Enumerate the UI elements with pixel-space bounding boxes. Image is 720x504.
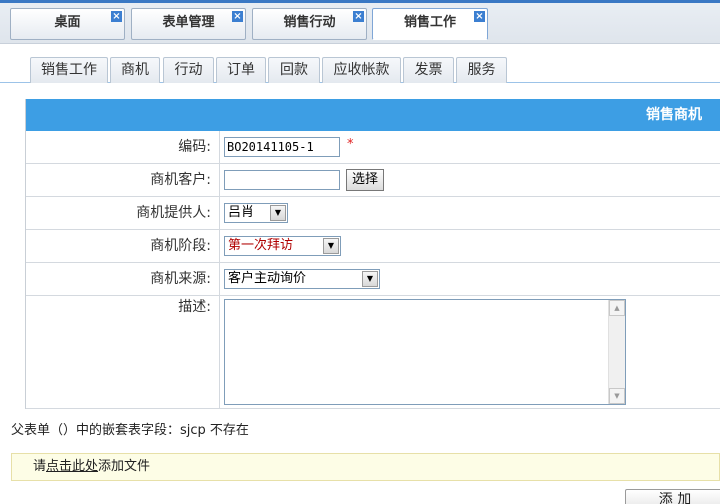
- title-edge: [0, 0, 720, 3]
- stage-row: 商机阶段: 第一次拜访 ▼: [26, 230, 720, 263]
- chevron-down-icon[interactable]: ▼: [270, 205, 286, 221]
- chevron-down-icon[interactable]: ▼: [323, 238, 339, 254]
- add-button[interactable]: 添 加: [625, 489, 720, 504]
- description-textarea[interactable]: ▲ ▼: [224, 299, 626, 405]
- window-tab-label: 桌面: [54, 15, 81, 30]
- stage-select[interactable]: 第一次拜访 ▼: [224, 236, 341, 256]
- window-tab-label: 销售行动: [283, 15, 336, 30]
- scrollbar[interactable]: ▲ ▼: [608, 300, 625, 404]
- window-tab-bar: 桌面 × 表单管理 × 销售行动 × 销售工作 ×: [0, 0, 720, 44]
- tab-receivables[interactable]: 应收帐款: [322, 57, 401, 83]
- customer-field[interactable]: [224, 170, 340, 190]
- tab-payment[interactable]: 回款: [268, 57, 320, 83]
- nested-field-note: 父表单（）中的嵌套表字段：sjcp 不存在: [11, 423, 249, 438]
- source-value: 客户主动询价: [228, 271, 307, 286]
- form-header: 销售商机: [26, 99, 720, 131]
- stage-label: 商机阶段:: [26, 230, 220, 262]
- provider-select[interactable]: 吕肖 ▼: [224, 203, 288, 223]
- window-tab-label: 表单管理: [162, 15, 215, 30]
- close-icon[interactable]: ×: [353, 11, 364, 22]
- attach-prefix: 请: [33, 459, 47, 474]
- provider-row: 商机提供人: 吕肖 ▼: [26, 197, 720, 230]
- close-icon[interactable]: ×: [232, 11, 243, 22]
- window-tab-label: 销售工作: [403, 15, 456, 30]
- module-tab-bar: 销售工作 商机 行动 订单 回款 应收帐款 发票 服务: [0, 55, 720, 83]
- window-tab-desktop[interactable]: 桌面 ×: [10, 8, 125, 40]
- attach-suffix: 添加文件: [98, 459, 151, 474]
- tab-service[interactable]: 服务: [456, 57, 507, 83]
- description-row: 描述: ▲ ▼: [26, 296, 720, 409]
- tab-action[interactable]: 行动: [163, 57, 214, 83]
- choose-customer-button[interactable]: 选择: [346, 169, 384, 191]
- source-label: 商机来源:: [26, 263, 220, 295]
- source-select[interactable]: 客户主动询价 ▼: [224, 269, 380, 289]
- customer-label: 商机客户:: [26, 164, 220, 196]
- attachment-bar: 请点击此处添加文件: [11, 453, 720, 481]
- customer-row: 商机客户: 选择: [26, 164, 720, 197]
- add-file-link[interactable]: 点击此处: [46, 459, 98, 474]
- source-row: 商机来源: 客户主动询价 ▼: [26, 263, 720, 296]
- description-label: 描述:: [26, 296, 220, 408]
- provider-value: 吕肖: [228, 205, 255, 220]
- code-label: 编码:: [26, 131, 220, 163]
- window-tab-form-management[interactable]: 表单管理 ×: [131, 8, 246, 40]
- tab-sales-work[interactable]: 销售工作: [30, 57, 108, 83]
- scroll-down-icon[interactable]: ▼: [609, 388, 625, 404]
- required-mark: *: [347, 137, 354, 152]
- tab-order[interactable]: 订单: [216, 57, 266, 83]
- opportunity-form: 销售商机 编码: BO20141105-1 * 商机客户: 选择 商机提供人: …: [25, 99, 720, 409]
- tab-opportunity[interactable]: 商机: [110, 57, 160, 83]
- provider-label: 商机提供人:: [26, 197, 220, 229]
- tab-invoice[interactable]: 发票: [403, 57, 454, 83]
- window-tab-sales-action[interactable]: 销售行动 ×: [252, 8, 367, 40]
- code-field[interactable]: BO20141105-1: [224, 137, 340, 157]
- stage-value: 第一次拜访: [228, 238, 294, 253]
- chevron-down-icon[interactable]: ▼: [362, 271, 378, 287]
- scroll-up-icon[interactable]: ▲: [609, 300, 625, 316]
- close-icon[interactable]: ×: [474, 11, 485, 22]
- close-icon[interactable]: ×: [111, 11, 122, 22]
- window-tab-sales-work[interactable]: 销售工作 ×: [372, 8, 488, 40]
- code-row: 编码: BO20141105-1 *: [26, 131, 720, 164]
